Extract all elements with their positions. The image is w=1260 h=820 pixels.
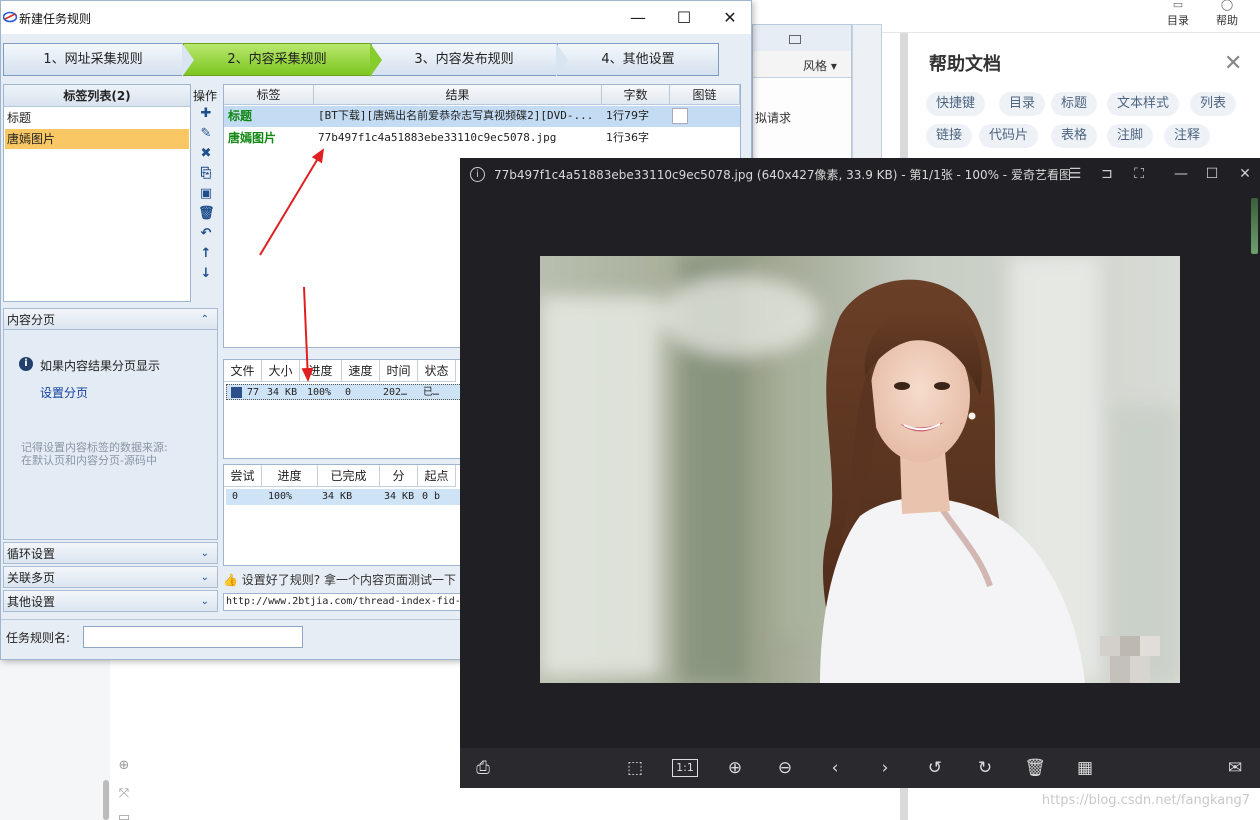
viewer-scrollbar[interactable]	[1251, 198, 1258, 254]
zoom-in-icon[interactable]: ⊕	[722, 756, 748, 780]
rotate-right-icon[interactable]: ↻	[972, 756, 998, 780]
arrow-to-download-progress	[301, 286, 314, 382]
watermark: https://blog.csdn.net/fangkang7	[1041, 793, 1250, 808]
delete-icon[interactable]: 🗑	[1022, 756, 1048, 780]
previous-icon[interactable]: ‹	[822, 756, 848, 780]
print-icon[interactable]: ⎙	[470, 756, 496, 780]
minimize-icon[interactable]: —	[1168, 163, 1194, 185]
actual-size-button[interactable]: 1:1	[672, 756, 698, 780]
viewer-toolbar: ⎙ ⬚ 1:1 ⊕ ⊖ ‹ › ↺ ↻ 🗑 ▦ ✉	[460, 748, 1260, 788]
close-icon[interactable]: ✕	[1232, 163, 1258, 185]
pin-icon[interactable]: ⊐	[1094, 163, 1120, 185]
photo-image	[540, 256, 1180, 683]
next-icon[interactable]: ›	[872, 756, 898, 780]
actual-size-label: 1:1	[672, 759, 698, 777]
mail-icon[interactable]: ✉	[1222, 756, 1248, 780]
arrow-to-image-filename	[259, 148, 325, 256]
menu-icon[interactable]: ☰	[1062, 163, 1088, 185]
viewer-title: 77b497f1c4a51883ebe33110c9ec5078.jpg (64…	[494, 168, 1071, 182]
tab-arrow	[556, 43, 568, 77]
image-viewer-window: i 77b497f1c4a51883ebe33110c9ec5078.jpg (…	[460, 158, 1260, 788]
crop-icon[interactable]: ⬚	[622, 756, 648, 780]
grid-icon[interactable]: ▦	[1072, 756, 1098, 780]
photo-portrait	[540, 256, 1180, 683]
tab-arrow	[370, 43, 382, 77]
maximize-icon[interactable]: ☐	[1199, 163, 1225, 185]
rotate-left-icon[interactable]: ↺	[922, 756, 948, 780]
info-icon[interactable]: i	[470, 167, 485, 182]
fullscreen-icon[interactable]: ⛶	[1126, 163, 1152, 185]
zoom-out-icon[interactable]: ⊖	[772, 756, 798, 780]
tab-arrow	[182, 43, 194, 77]
